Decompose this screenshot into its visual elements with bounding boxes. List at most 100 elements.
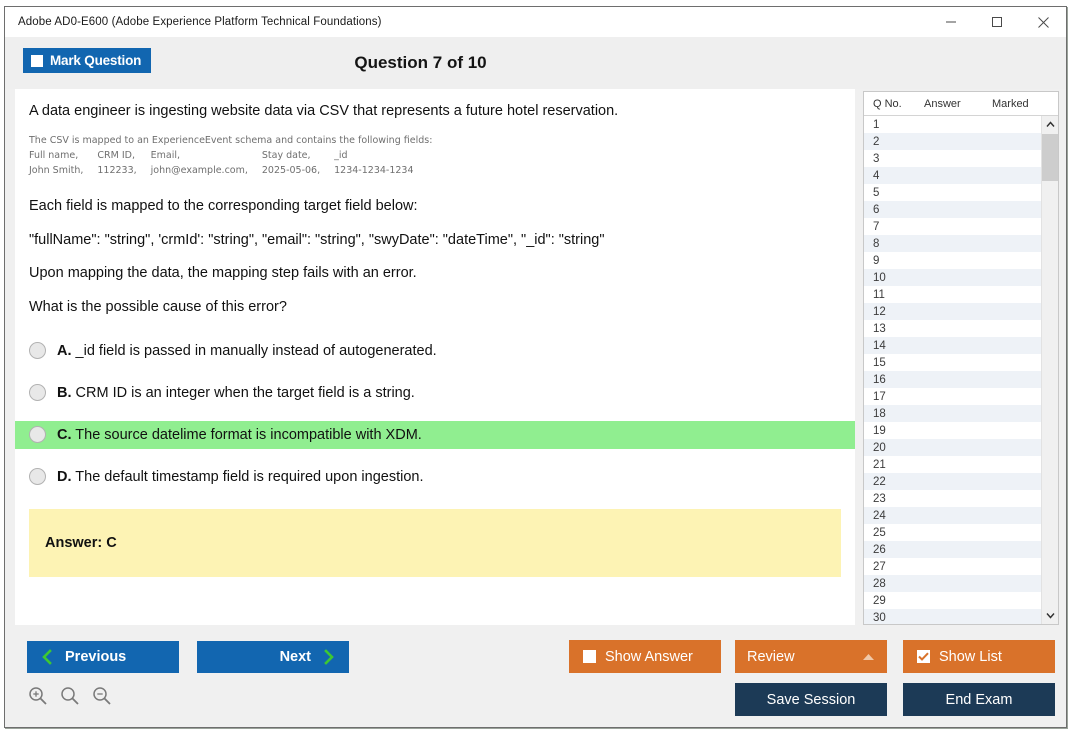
end-exam-button[interactable]: End Exam: [903, 683, 1055, 716]
question-content-pane: A data engineer is ingesting website dat…: [15, 89, 855, 625]
option-letter-a: A.: [57, 343, 72, 359]
question-list-row[interactable]: 24: [864, 507, 1058, 524]
chevron-right-icon: [322, 649, 335, 665]
zoom-in-icon[interactable]: [27, 685, 49, 707]
question-list-row[interactable]: 28: [864, 575, 1058, 592]
question-list-cell-qno: 14: [864, 340, 924, 352]
minimize-button[interactable]: [928, 7, 974, 37]
radio-button-a[interactable]: [29, 342, 46, 359]
show-list-button[interactable]: Show List: [903, 640, 1055, 673]
question-list-row[interactable]: 30: [864, 609, 1058, 624]
zoom-controls: [27, 685, 113, 707]
question-prompt-text: What is the possible cause of this error…: [15, 299, 855, 316]
question-list-row[interactable]: 3: [864, 150, 1058, 167]
question-list-cell-qno: 24: [864, 510, 924, 522]
question-list-cell-qno: 23: [864, 493, 924, 505]
question-list-panel: Q No. Answer Marked 12345678910111213141…: [863, 91, 1059, 625]
question-list-row[interactable]: 10: [864, 269, 1058, 286]
close-icon: [1037, 16, 1050, 29]
question-list-row[interactable]: 8: [864, 235, 1058, 252]
question-list-row[interactable]: 6: [864, 201, 1058, 218]
title-bar: Adobe AD0-E600 (Adobe Experience Platfor…: [5, 7, 1066, 37]
question-list-scrollbar[interactable]: [1041, 116, 1058, 624]
maximize-button[interactable]: [974, 7, 1020, 37]
question-list-rows[interactable]: 1234567891011121314151617181920212223242…: [864, 116, 1058, 624]
question-list-cell-qno: 18: [864, 408, 924, 420]
question-list-row[interactable]: 2: [864, 133, 1058, 150]
option-row-d[interactable]: D. The default timestamp field is requir…: [15, 463, 855, 491]
question-list-row[interactable]: 13: [864, 320, 1058, 337]
csv-header-row: Full name, CRM ID, Email, Stay date, _id: [29, 149, 428, 164]
option-row-a[interactable]: A. _id field is passed in manually inste…: [15, 337, 855, 365]
question-list-cell-qno: 10: [864, 272, 924, 284]
zoom-out-icon[interactable]: [91, 685, 113, 707]
question-title-text: Question 7 of 10: [354, 53, 486, 73]
radio-button-d[interactable]: [29, 468, 46, 485]
question-list-row[interactable]: 21: [864, 456, 1058, 473]
chevron-down-icon: [1046, 612, 1055, 619]
question-list-cell-qno: 29: [864, 595, 924, 607]
save-session-button[interactable]: Save Session: [735, 683, 887, 716]
column-header-marked: Marked: [992, 98, 1052, 110]
question-list-row[interactable]: 18: [864, 405, 1058, 422]
scroll-down-button[interactable]: [1042, 607, 1058, 624]
question-list-row[interactable]: 4: [864, 167, 1058, 184]
question-list-row[interactable]: 5: [864, 184, 1058, 201]
show-list-checkbox-icon: [917, 650, 930, 663]
radio-button-b[interactable]: [29, 384, 46, 401]
question-list-row[interactable]: 14: [864, 337, 1058, 354]
question-list-row[interactable]: 12: [864, 303, 1058, 320]
question-list-row[interactable]: 15: [864, 354, 1058, 371]
question-list-row[interactable]: 27: [864, 558, 1058, 575]
column-header-qno: Q No.: [864, 98, 924, 110]
question-list-cell-qno: 19: [864, 425, 924, 437]
check-icon: [918, 652, 929, 661]
zoom-reset-icon[interactable]: [59, 685, 81, 707]
window-title: Adobe AD0-E600 (Adobe Experience Platfor…: [5, 16, 382, 28]
question-list-cell-qno: 3: [864, 153, 924, 165]
option-row-c[interactable]: C. The source datelime format is incompa…: [15, 421, 855, 449]
next-button[interactable]: Next: [197, 641, 349, 673]
review-label: Review: [747, 649, 795, 665]
question-list-row[interactable]: 22: [864, 473, 1058, 490]
question-list-cell-qno: 15: [864, 357, 924, 369]
review-dropdown-button[interactable]: Review: [735, 640, 887, 673]
question-list-row[interactable]: 25: [864, 524, 1058, 541]
option-letter-d: D.: [57, 469, 72, 485]
option-label-a: A. _id field is passed in manually inste…: [57, 343, 437, 359]
question-list-row[interactable]: 17: [864, 388, 1058, 405]
question-list-row[interactable]: 11: [864, 286, 1058, 303]
question-list-row[interactable]: 1: [864, 116, 1058, 133]
csv-header-cell: Stay date,: [262, 149, 334, 164]
csv-value-cell: John Smith,: [29, 164, 97, 179]
question-list-cell-qno: 26: [864, 544, 924, 556]
mark-question-label: Mark Question: [50, 53, 141, 68]
csv-value-cell: 1234-1234-1234: [334, 164, 427, 179]
scrollbar-thumb[interactable]: [1042, 134, 1058, 181]
question-list-row[interactable]: 19: [864, 422, 1058, 439]
question-list-cell-qno: 13: [864, 323, 924, 335]
end-exam-label: End Exam: [946, 692, 1013, 708]
option-label-d: D. The default timestamp field is requir…: [57, 469, 423, 485]
question-list-row[interactable]: 29: [864, 592, 1058, 609]
show-answer-label: Show Answer: [605, 649, 693, 665]
show-answer-button[interactable]: Show Answer: [569, 640, 721, 673]
question-list-row[interactable]: 16: [864, 371, 1058, 388]
mapping-definition-text: "fullName": "string", 'crmId': "string",…: [15, 232, 855, 249]
mark-question-button[interactable]: Mark Question: [23, 48, 151, 73]
mark-question-checkbox-icon: [31, 55, 43, 67]
question-list-row[interactable]: 20: [864, 439, 1058, 456]
question-list-row[interactable]: 7: [864, 218, 1058, 235]
option-row-b[interactable]: B. CRM ID is an integer when the target …: [15, 379, 855, 407]
question-list-row[interactable]: 26: [864, 541, 1058, 558]
question-list-row[interactable]: 23: [864, 490, 1058, 507]
csv-value-cell: john@example.com,: [151, 164, 262, 179]
exam-window: Adobe AD0-E600 (Adobe Experience Platfor…: [4, 6, 1067, 728]
previous-button[interactable]: Previous: [27, 641, 179, 673]
question-list-row[interactable]: 9: [864, 252, 1058, 269]
scroll-up-button[interactable]: [1042, 116, 1058, 133]
question-list-cell-qno: 25: [864, 527, 924, 539]
close-button[interactable]: [1020, 7, 1066, 37]
radio-button-c[interactable]: [29, 426, 46, 443]
question-list-cell-qno: 27: [864, 561, 924, 573]
